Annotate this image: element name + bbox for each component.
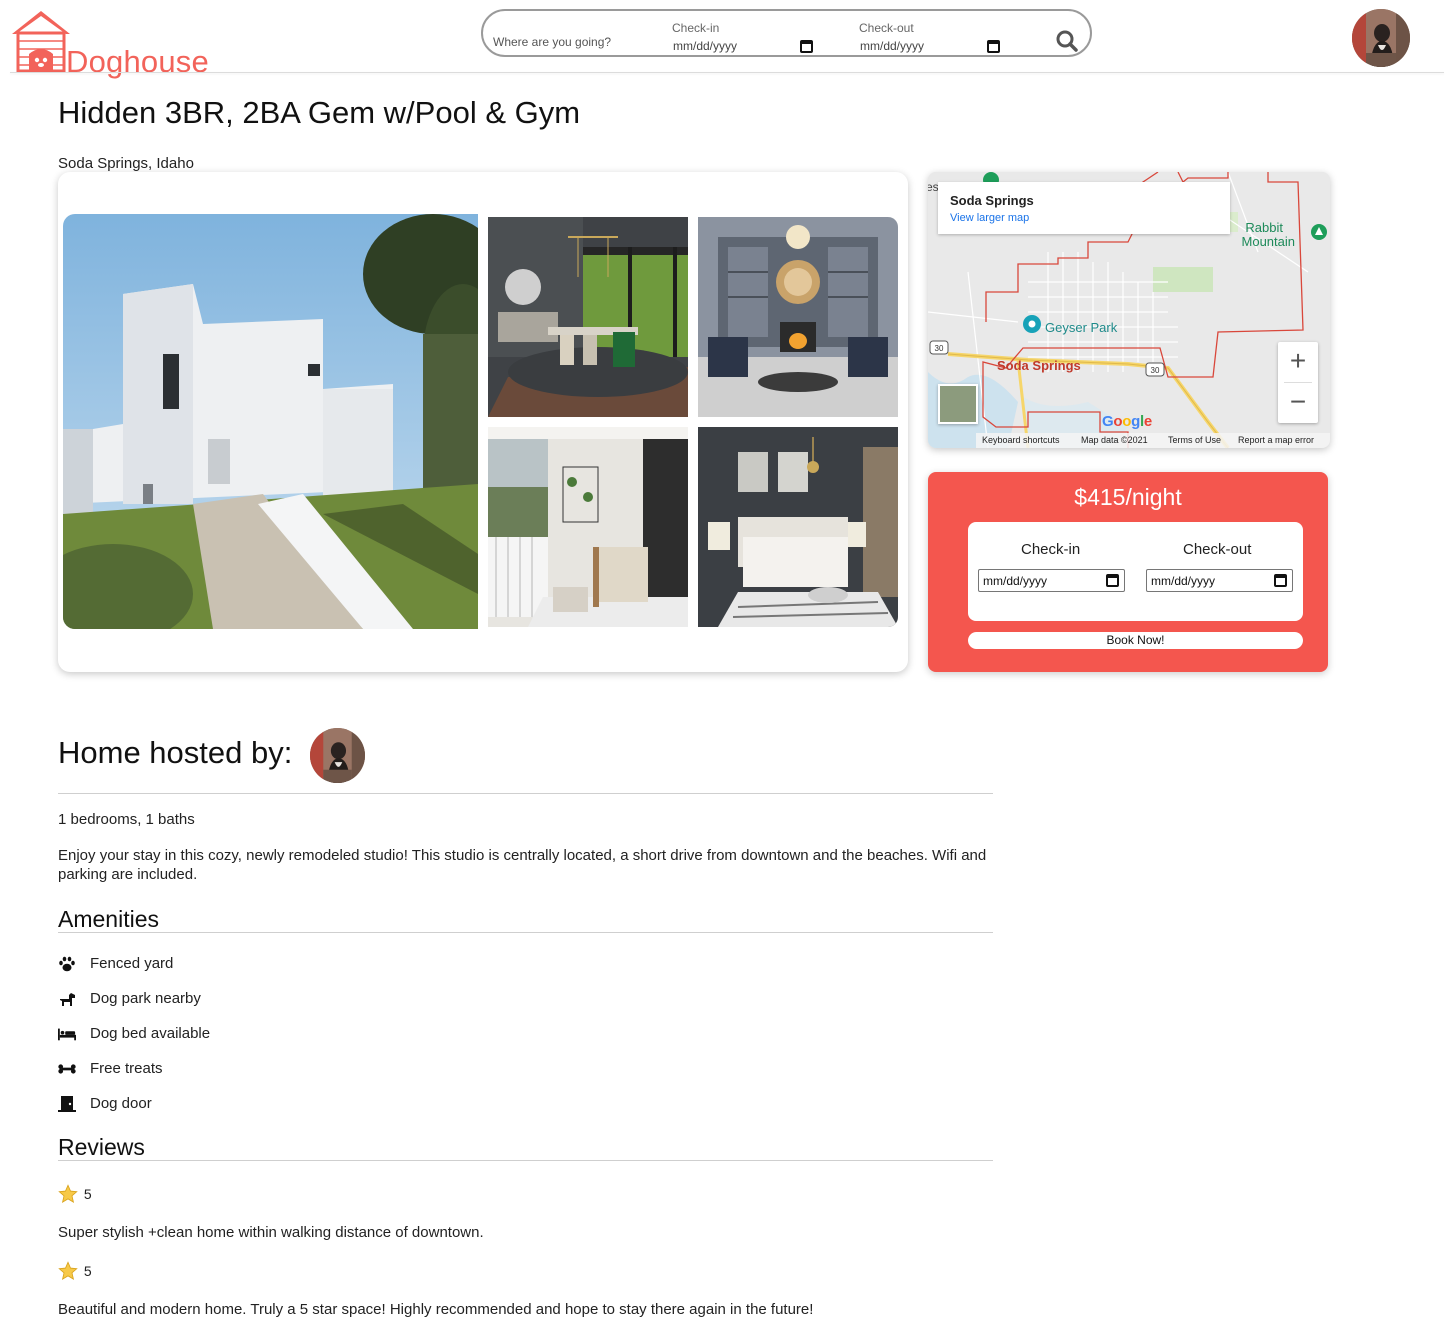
review-rating-value: 5 <box>83 1263 92 1279</box>
review-text: Super stylish +clean home within walking… <box>58 1224 484 1241</box>
calendar-icon[interactable] <box>987 40 1000 53</box>
booking-panel: $415/night Check-in Check-out mm/dd/yyyy… <box>928 472 1328 672</box>
amenity-label: Free treats <box>90 1060 163 1077</box>
listing-location: Soda Springs, Idaho <box>58 155 194 172</box>
amenity-label: Dog bed available <box>90 1025 211 1042</box>
checkout-date-value: mm/dd/yyyy <box>860 39 925 53</box>
location-map[interactable]: 30 30 es Rabbit Mountain Geyser Park Sod… <box>928 172 1330 448</box>
amenities-divider <box>58 932 993 933</box>
booking-checkin-label: Check-in <box>1021 541 1081 558</box>
reviews-divider <box>58 1160 993 1161</box>
host-divider <box>58 793 993 794</box>
amenities-heading: Amenities <box>58 906 159 932</box>
brand-name: Doghouse <box>66 44 209 79</box>
door-icon <box>58 1096 76 1112</box>
report-map-error-link[interactable]: Report a map error <box>1238 435 1314 445</box>
map-zoom-controls: + − <box>1278 342 1318 423</box>
route-shield-label: 30 <box>1151 366 1160 375</box>
amenity-item: Free treats <box>58 1059 458 1079</box>
amenity-item: Dog door <box>58 1094 458 1114</box>
top-navbar: Doghouse Check-in mm/dd/yyyy Check-out m… <box>0 0 1454 79</box>
map-place-card: Soda Springs View larger map <box>938 182 1230 234</box>
checkout-label: Check-out <box>859 21 914 35</box>
header-divider <box>10 72 1444 73</box>
map-label-rabbit: Rabbit <box>1245 220 1283 235</box>
google-logo: Google <box>1102 413 1152 430</box>
checkin-date-value: mm/dd/yyyy <box>673 39 738 53</box>
amenity-label: Dog park nearby <box>90 990 201 1007</box>
photo-bedroom[interactable] <box>698 427 898 627</box>
keyboard-shortcuts-link[interactable]: Keyboard shortcuts <box>982 435 1060 445</box>
dog-icon <box>60 993 75 1006</box>
calendar-icon[interactable] <box>1274 574 1287 587</box>
map-place-title: Soda Springs <box>950 193 1034 208</box>
paw-icon <box>59 956 75 972</box>
review-text: Beautiful and modern home. Truly a 5 sta… <box>58 1301 814 1318</box>
nightly-price: $415/night <box>1074 484 1182 510</box>
route-shield-label: 30 <box>935 344 944 353</box>
map-label-mountain: Mountain <box>1242 234 1295 249</box>
reviews-heading: Reviews <box>58 1134 145 1160</box>
host-avatar[interactable] <box>310 728 365 783</box>
checkin-date-input[interactable]: mm/dd/yyyy <box>673 38 813 56</box>
review-rating: 5 <box>58 1261 92 1281</box>
user-avatar[interactable] <box>1352 9 1410 67</box>
checkout-date-input[interactable]: mm/dd/yyyy <box>860 38 1000 56</box>
booking-checkout-input[interactable]: mm/dd/yyyy <box>1146 569 1293 592</box>
booking-checkout-value: mm/dd/yyyy <box>1151 574 1216 588</box>
amenity-item: Dog park nearby <box>58 989 458 1009</box>
booking-dates-card: Check-in Check-out mm/dd/yyyy mm/dd/yyyy <box>968 522 1303 621</box>
bed-icon <box>58 1028 76 1041</box>
photo-gallery <box>58 172 908 672</box>
map-footer: Keyboard shortcuts Map data ©2021 Terms … <box>976 433 1330 448</box>
bone-icon <box>58 1064 76 1074</box>
map-label-town: Soda Springs <box>997 358 1081 373</box>
calendar-icon[interactable] <box>1106 574 1119 587</box>
checkin-label: Check-in <box>672 21 720 35</box>
photo-living-room[interactable] <box>698 217 898 417</box>
map-data-attribution: Map data ©2021 <box>1081 435 1148 445</box>
photo-dining-room[interactable] <box>488 217 688 417</box>
star-icon <box>58 1184 78 1204</box>
terms-of-use-link[interactable]: Terms of Use <box>1168 435 1221 445</box>
search-bar: Check-in mm/dd/yyyy Check-out mm/dd/yyyy <box>481 9 1092 57</box>
calendar-icon[interactable] <box>800 40 813 53</box>
review-rating-value: 5 <box>83 1186 92 1202</box>
amenity-label: Dog door <box>90 1095 152 1112</box>
bed-bath-summary: 1 bedrooms, 1 baths <box>58 811 195 828</box>
booking-checkin-input[interactable]: mm/dd/yyyy <box>978 569 1125 592</box>
review-rating: 5 <box>58 1184 92 1204</box>
zoom-out-button[interactable]: − <box>1278 383 1318 423</box>
listing-title: Hidden 3BR, 2BA Gem w/Pool & Gym <box>58 95 581 130</box>
search-icon[interactable] <box>1055 29 1079 53</box>
map-label-geyser-park: Geyser Park <box>1045 320 1118 335</box>
host-heading: Home hosted by: <box>58 735 293 770</box>
booking-checkin-value: mm/dd/yyyy <box>983 574 1048 588</box>
map-satellite-toggle[interactable] <box>938 384 978 424</box>
zoom-in-button[interactable]: + <box>1278 342 1318 382</box>
book-now-button[interactable]: Book Now! <box>968 632 1303 649</box>
photo-exterior[interactable] <box>63 214 478 629</box>
view-larger-map-link[interactable]: View larger map <box>950 212 1029 224</box>
booking-checkout-label: Check-out <box>1183 541 1252 558</box>
star-icon <box>58 1261 78 1281</box>
amenity-item: Fenced yard <box>58 954 458 974</box>
doghouse-logo-icon <box>12 11 70 73</box>
photo-balcony[interactable] <box>488 427 688 627</box>
doghouse-logo[interactable]: Doghouse <box>10 8 210 79</box>
destination-input[interactable] <box>493 35 653 49</box>
amenity-item: Dog bed available <box>58 1024 458 1044</box>
amenity-label: Fenced yard <box>90 955 174 972</box>
listing-description: Enjoy your stay in this cozy, newly remo… <box>58 847 987 883</box>
